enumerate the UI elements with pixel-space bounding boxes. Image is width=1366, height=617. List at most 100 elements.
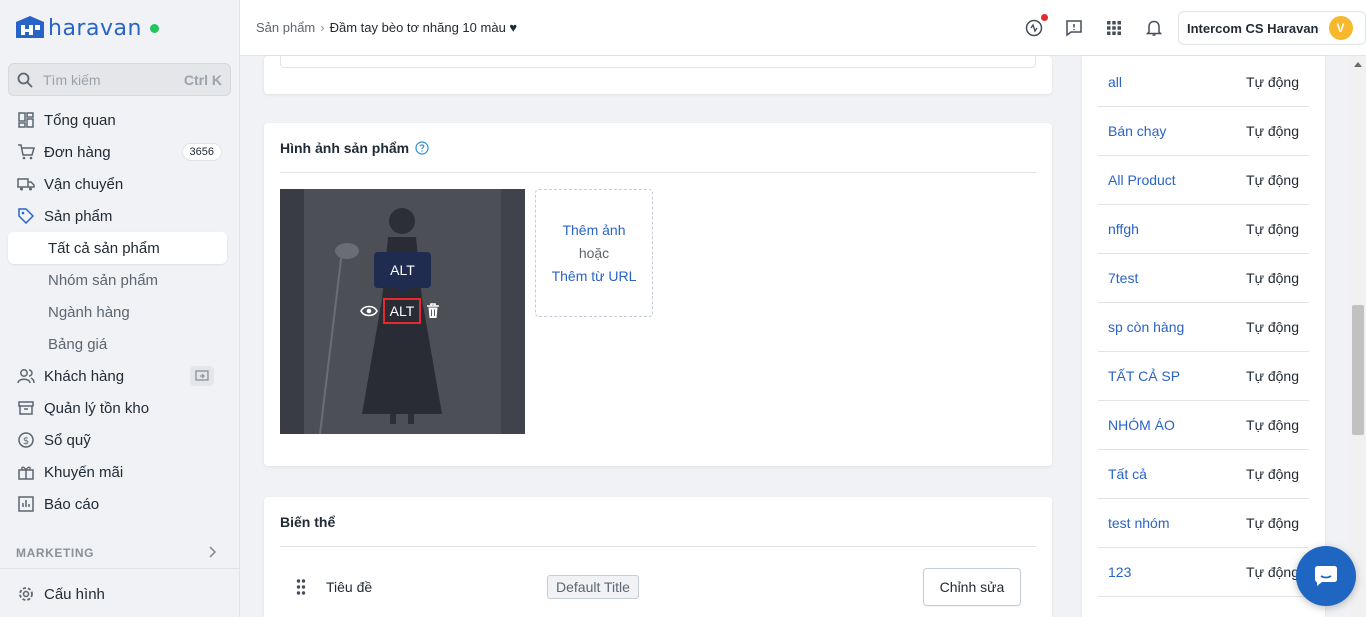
sidebar-item-label: Sổ quỹ xyxy=(44,431,91,449)
collection-type: Tự động xyxy=(1246,172,1299,188)
sidebar-divider xyxy=(0,568,240,569)
sidebar-item-inventory[interactable]: Quản lý tồn kho xyxy=(0,392,240,424)
collection-link[interactable]: Bán chạy xyxy=(1108,123,1166,139)
collection-type: Tự động xyxy=(1246,270,1299,286)
message-square-icon xyxy=(1066,20,1082,37)
sidebar-item-promotions[interactable]: Khuyến mãi xyxy=(0,456,240,488)
marketing-section-toggle[interactable]: MARKETING xyxy=(16,546,216,560)
previous-card xyxy=(264,56,1052,94)
variant-option-row: Tiêu đề Default Title Chỉnh sửa xyxy=(280,567,1036,607)
scroll-up-arrow-icon[interactable] xyxy=(1354,62,1362,67)
sidebar-item-label: Tổng quan xyxy=(44,111,116,129)
notification-dot xyxy=(1041,14,1048,21)
dashboard-icon xyxy=(17,111,35,129)
collection-type: Tự động xyxy=(1246,221,1299,237)
eye-icon[interactable] xyxy=(360,305,378,317)
collection-row: NHÓM ÁO Tự động xyxy=(1098,401,1309,450)
breadcrumb-parent-link[interactable]: Sản phẩm xyxy=(256,20,315,35)
sidebar-item-customers[interactable]: Khách hàng xyxy=(0,360,240,392)
option-label: Tiêu đề xyxy=(326,579,373,595)
collection-row: Tất cả Tự động xyxy=(1098,450,1309,499)
add-from-url-link[interactable]: Thêm từ URL xyxy=(552,265,637,288)
notifications-button[interactable] xyxy=(1142,16,1166,40)
chevron-right-icon: › xyxy=(320,20,325,35)
activity-button[interactable] xyxy=(1022,14,1048,40)
search-input[interactable]: Tìm kiếm Ctrl K xyxy=(8,63,231,96)
users-icon xyxy=(17,367,35,385)
sidebar-item-settings[interactable]: Cấu hình xyxy=(0,578,240,610)
collection-link[interactable]: all xyxy=(1108,74,1122,90)
help-circle-icon[interactable] xyxy=(415,141,429,155)
sidebar-item-orders[interactable]: Đơn hàng 3656 xyxy=(0,136,240,168)
sidebar-item-label: Sản phẩm xyxy=(44,207,113,225)
collection-link[interactable]: NHÓM ÁO xyxy=(1108,417,1175,433)
collection-link[interactable]: nffgh xyxy=(1108,221,1139,237)
sidebar-subitem-label: Bảng giá xyxy=(48,335,108,353)
sidebar-subitem-all-products[interactable]: Tất cả sản phẩm xyxy=(8,232,227,264)
collection-link[interactable]: TẤT CẢ SP xyxy=(1108,368,1180,384)
search-shortcut: Ctrl K xyxy=(183,71,222,88)
sidebar-subitem-label: Tất cả sản phẩm xyxy=(48,239,160,257)
collection-type: Tự động xyxy=(1246,319,1299,335)
breadcrumb: Sản phẩm › Đầm tay bèo tơ nhăng 10 màu ♥ xyxy=(256,20,517,35)
sidebar-subitem-categories[interactable]: Ngành hàng xyxy=(0,296,240,328)
report-icon xyxy=(17,495,35,513)
bell-icon xyxy=(1146,20,1162,36)
collection-link[interactable]: Tất cả xyxy=(1108,466,1147,482)
edit-button[interactable]: Chỉnh sửa xyxy=(923,568,1021,606)
image-upload-dropzone[interactable]: Thêm ảnh hoặc Thêm từ URL xyxy=(535,189,653,317)
sidebar-item-products[interactable]: Sản phẩm xyxy=(0,200,240,232)
apps-button[interactable] xyxy=(1102,16,1126,40)
collection-type: Tự động xyxy=(1246,368,1299,384)
sidebar-item-reports[interactable]: Báo cáo xyxy=(0,488,240,520)
cart-icon xyxy=(17,143,35,161)
orders-count-badge: 3656 xyxy=(181,143,222,161)
option-value-tag: Default Title xyxy=(547,575,639,599)
add-image-link[interactable]: Thêm ảnh xyxy=(562,219,625,242)
section-label-text: MARKETING xyxy=(16,546,95,560)
feedback-button[interactable] xyxy=(1062,16,1086,40)
search-placeholder: Tìm kiếm xyxy=(43,71,101,88)
sidebar-item-cashbook[interactable]: $ Sổ quỹ xyxy=(0,424,240,456)
scrollbar-thumb[interactable] xyxy=(1352,305,1364,435)
chat-launcher-button[interactable] xyxy=(1296,546,1356,606)
collection-link[interactable]: 123 xyxy=(1108,564,1131,580)
collection-row: test nhóm Tự động xyxy=(1098,499,1309,548)
gear-icon xyxy=(17,585,35,603)
dollar-icon: $ xyxy=(17,431,35,449)
chat-icon xyxy=(1315,566,1337,586)
account-name: Intercom CS Haravan xyxy=(1187,20,1319,36)
sidebar-item-overview[interactable]: Tổng quan xyxy=(0,104,240,136)
search-icon xyxy=(17,72,33,88)
sidebar-subitem-collections[interactable]: Nhóm sản phẩm xyxy=(0,264,240,296)
collection-type: Tự động xyxy=(1246,515,1299,531)
gift-icon xyxy=(17,463,35,481)
collection-link[interactable]: All Product xyxy=(1108,172,1176,188)
sidebar-nav: Tổng quan Đơn hàng 3656 Vận chuyển Sản p… xyxy=(0,104,240,520)
sidebar-item-label: Khuyến mãi xyxy=(44,463,124,481)
sidebar-item-shipping[interactable]: Vận chuyển xyxy=(0,168,240,200)
or-text: hoặc xyxy=(578,244,610,261)
divider xyxy=(280,546,1036,547)
sidebar-subitem-price-list[interactable]: Bảng giá xyxy=(0,328,240,360)
collection-link[interactable]: test nhóm xyxy=(1108,515,1169,531)
sidebar-item-label: Báo cáo xyxy=(44,495,100,513)
trash-icon[interactable] xyxy=(426,303,440,319)
sidebar-subitem-label: Ngành hàng xyxy=(48,303,130,321)
collection-link[interactable]: 7test xyxy=(1108,270,1138,286)
alt-text-button[interactable]: ALT xyxy=(383,298,421,324)
sidebar-item-label: Khách hàng xyxy=(44,367,125,385)
truck-icon xyxy=(17,175,35,193)
sidebar-subitem-label: Nhóm sản phẩm xyxy=(48,271,159,289)
product-image-thumbnail[interactable]: ALT ALT xyxy=(280,189,525,434)
customers-shortcut-icon[interactable] xyxy=(190,366,214,386)
collection-row: All Product Tự động xyxy=(1098,156,1309,205)
collection-row: TẤT CẢ SP Tự động xyxy=(1098,352,1309,401)
previous-card-field xyxy=(280,56,1036,68)
account-menu[interactable]: Intercom CS Haravan V xyxy=(1178,11,1366,45)
haravan-logo[interactable]: haravan xyxy=(14,12,159,44)
sidebar: haravan Tìm kiếm Ctrl K Tổng quan Đơn hà… xyxy=(0,0,240,617)
logo-text: haravan xyxy=(48,15,142,41)
drag-handle-icon[interactable] xyxy=(296,578,306,596)
collection-link[interactable]: sp còn hàng xyxy=(1108,319,1184,335)
